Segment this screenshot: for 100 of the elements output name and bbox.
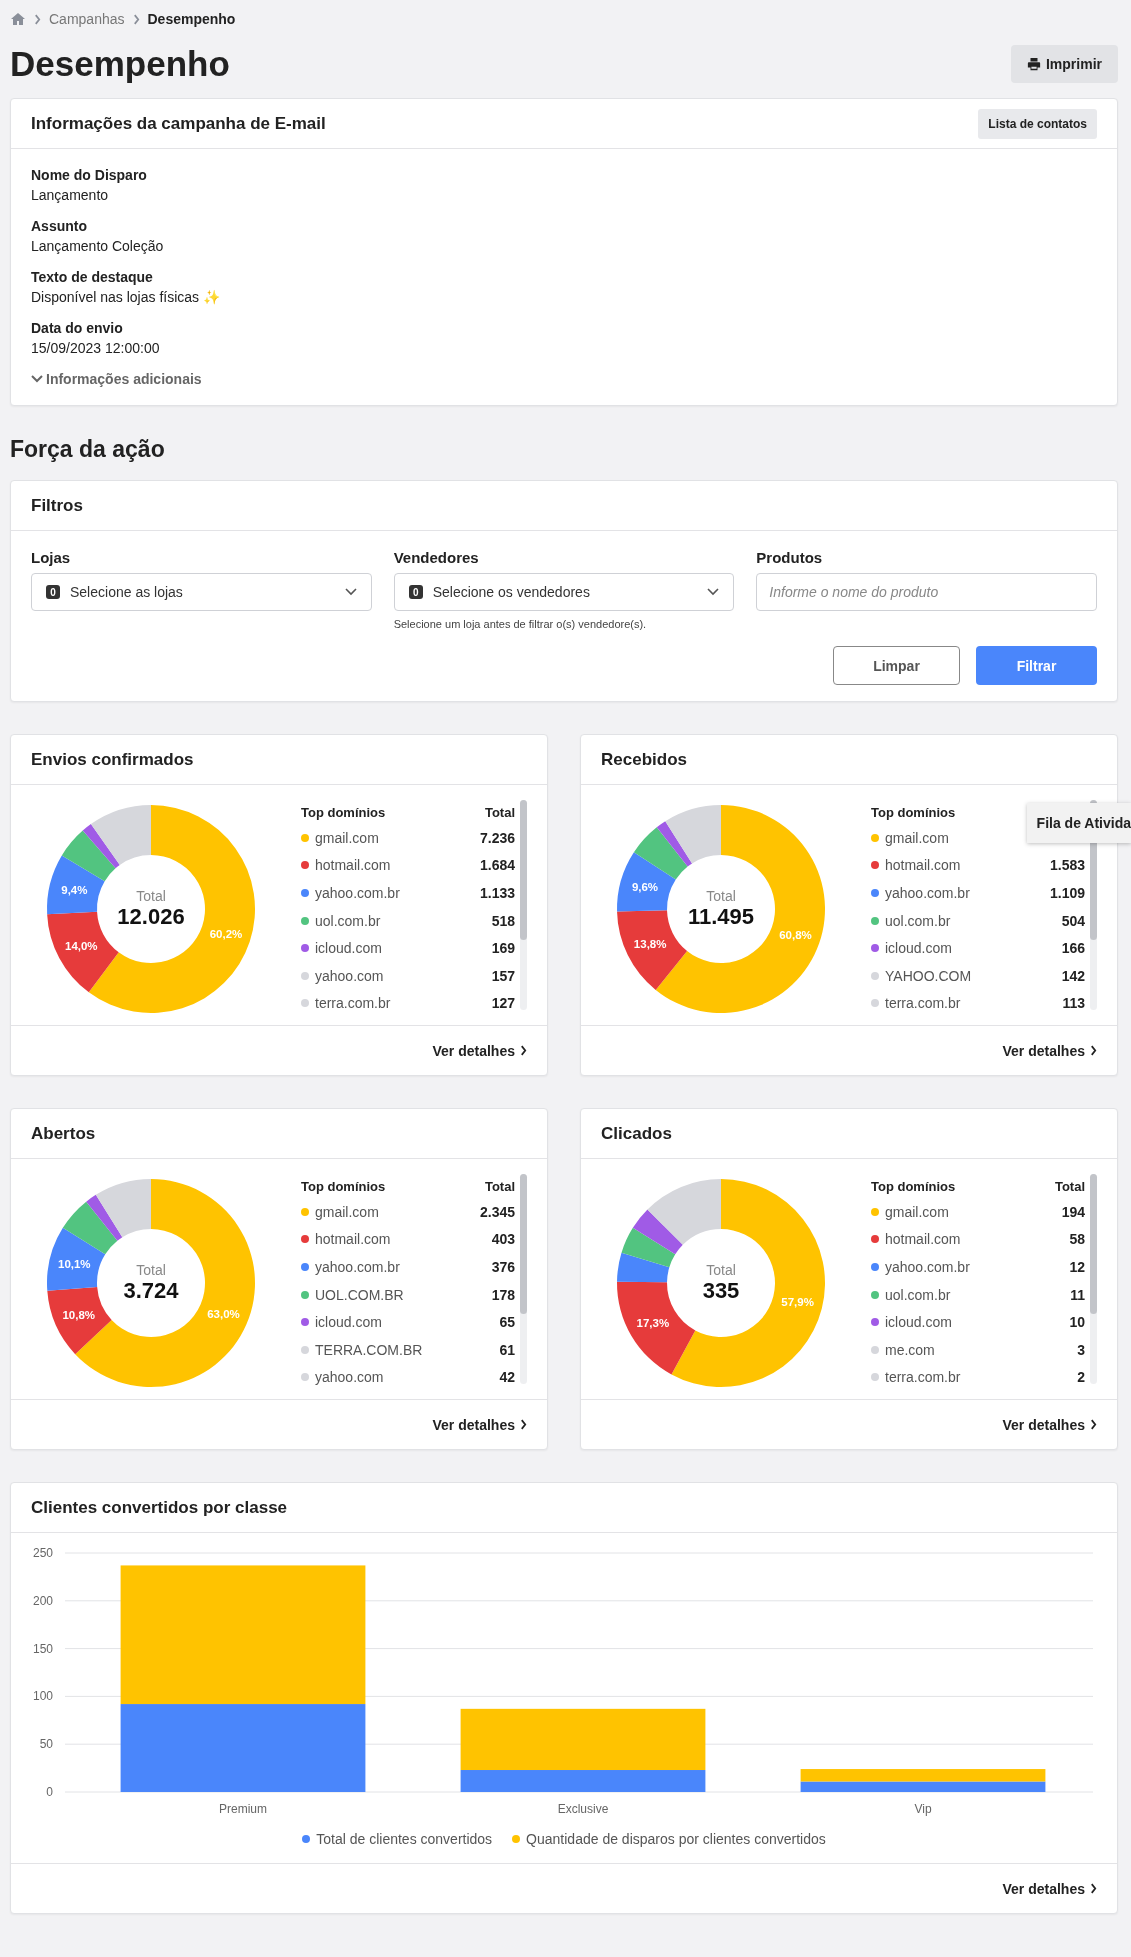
- column-header: Top domínios: [301, 1178, 386, 1194]
- domain-total: 11: [1070, 1286, 1085, 1303]
- home-icon[interactable]: [10, 12, 26, 26]
- scrollbar[interactable]: [520, 800, 527, 1010]
- count-badge: 0: [46, 585, 60, 599]
- card-title: Filtros: [31, 495, 83, 516]
- domain-name: uol.com.br: [885, 1286, 951, 1303]
- details-link[interactable]: Ver detalhes: [1002, 1880, 1097, 1897]
- product-input[interactable]: Informe o nome do produto: [756, 573, 1097, 611]
- scrollbar[interactable]: [1090, 1174, 1097, 1384]
- slice-label: 10,1%: [58, 1258, 91, 1271]
- domain-name: yahoo.com.br: [885, 1259, 970, 1275]
- domain-total: 403: [491, 1231, 515, 1248]
- card-title: Clientes convertidos por classe: [31, 1497, 288, 1518]
- domain-name: yahoo.com.br: [315, 885, 400, 901]
- chevron-right-icon: [1090, 1045, 1097, 1056]
- axis-tick-label: 0: [46, 1785, 53, 1799]
- column-header: Total: [1054, 1178, 1085, 1194]
- field-value: 15/09/2023 12:00:00: [31, 340, 161, 356]
- card-title: Envios confirmados: [31, 749, 194, 770]
- details-link[interactable]: Ver detalhes: [1002, 1416, 1097, 1433]
- domain-total: 504: [1061, 912, 1085, 929]
- category-label: Vip: [914, 1802, 932, 1816]
- breadcrumb-item[interactable]: Campanhas: [49, 11, 125, 27]
- domain-total: 1.583: [1049, 857, 1085, 874]
- chevron-right-icon: [34, 13, 41, 25]
- domain-name: UOL.COM.BR: [315, 1286, 404, 1303]
- slice-label: 63,0%: [207, 1308, 240, 1321]
- domain-name: terra.com.br: [315, 995, 391, 1012]
- domain-name: hotmail.com: [315, 857, 391, 874]
- page-title: Desempenho: [10, 44, 230, 84]
- select-field[interactable]: 0 Selecione os vendedores: [393, 573, 735, 611]
- domain-name: me.com: [885, 1341, 935, 1358]
- domain-total: 61: [499, 1341, 515, 1358]
- details-link[interactable]: Ver detalhes: [1002, 1042, 1097, 1059]
- total-value: 3.724: [123, 1278, 179, 1304]
- category-label: Premium: [219, 1802, 267, 1816]
- domain-total: 2: [1077, 1369, 1085, 1386]
- slice-label: 14,0%: [65, 940, 98, 953]
- slice-label: 9,6%: [631, 881, 659, 894]
- domain-name: icloud.com: [315, 940, 382, 957]
- domain-name: yahoo.com: [315, 1369, 384, 1386]
- domain-total: 1.684: [479, 857, 515, 874]
- domain-name: yahoo.com.br: [885, 885, 970, 901]
- scrollbar[interactable]: [520, 1174, 527, 1384]
- domain-name: uol.com.br: [885, 912, 951, 929]
- category-label: Exclusive: [557, 1802, 609, 1816]
- total-label: Total: [136, 1262, 166, 1278]
- total-label: Total: [136, 888, 166, 904]
- print-button[interactable]: Imprimir: [1011, 45, 1118, 83]
- details-link[interactable]: Ver detalhes: [432, 1416, 527, 1433]
- chevron-right-icon: [1090, 1883, 1097, 1894]
- slice-label: 60,2%: [209, 927, 243, 940]
- axis-tick-label: 50: [39, 1737, 53, 1752]
- domain-name: icloud.com: [885, 1314, 952, 1331]
- domain-name: yahoo.com.br: [315, 1259, 400, 1275]
- domain-total: 142: [1061, 967, 1085, 984]
- chevron-right-icon: [132, 13, 140, 25]
- section-title: Força da ação: [10, 436, 166, 463]
- filter-label: Lojas: [31, 549, 72, 566]
- chevron-right-icon: [520, 1045, 527, 1056]
- domain-name: hotmail.com: [885, 857, 961, 874]
- domain-total: 3: [1077, 1341, 1085, 1358]
- chevron-right-icon: [1090, 1419, 1097, 1430]
- total-value: 335: [702, 1278, 740, 1304]
- select-field[interactable]: 0 Selecione as lojas: [31, 573, 372, 611]
- domain-name: hotmail.com: [885, 1231, 961, 1248]
- domain-total: 12: [1069, 1259, 1085, 1275]
- domain-total: 518: [491, 912, 515, 929]
- column-header: Top domínios: [301, 804, 386, 820]
- additional-info-toggle[interactable]: Informações adicionais: [31, 371, 202, 387]
- field-value: Lançamento: [31, 187, 110, 203]
- contacts-list-button[interactable]: Lista de contatos: [978, 108, 1097, 139]
- field-label: Data do envio: [31, 320, 124, 336]
- axis-tick-label: 250: [32, 1546, 53, 1560]
- domain-name: hotmail.com: [315, 1231, 391, 1248]
- card-title: Clicados: [601, 1123, 672, 1144]
- domain-total: 194: [1061, 1203, 1085, 1220]
- domain-name: icloud.com: [315, 1314, 382, 1331]
- slice-label: 9,4%: [61, 883, 88, 896]
- domain-total: 58: [1069, 1231, 1085, 1248]
- domain-name: gmail.com: [315, 1203, 379, 1220]
- field-label: Assunto: [31, 218, 88, 234]
- domain-total: 166: [1061, 940, 1085, 957]
- total-value: 11.495: [687, 904, 755, 930]
- card-title: Informações da campanha de E-mail: [31, 113, 326, 134]
- printer-icon: [1027, 57, 1041, 71]
- domain-name: gmail.com: [885, 1203, 949, 1220]
- domain-total: 2.345: [479, 1203, 515, 1220]
- domain-total: 127: [491, 995, 515, 1012]
- chevron-down-icon: [31, 375, 43, 383]
- clear-button[interactable]: Limpar: [833, 646, 960, 685]
- total-value: 12.026: [117, 904, 185, 930]
- domain-total: 178: [491, 1286, 515, 1303]
- axis-tick-label: 100: [32, 1689, 53, 1704]
- filter-label: Vendedores: [393, 549, 480, 566]
- domain-total: 65: [499, 1314, 515, 1331]
- field-value: Lançamento Coleção: [31, 238, 165, 254]
- details-link[interactable]: Ver detalhes: [432, 1042, 527, 1059]
- chevron-right-icon: [520, 1419, 527, 1430]
